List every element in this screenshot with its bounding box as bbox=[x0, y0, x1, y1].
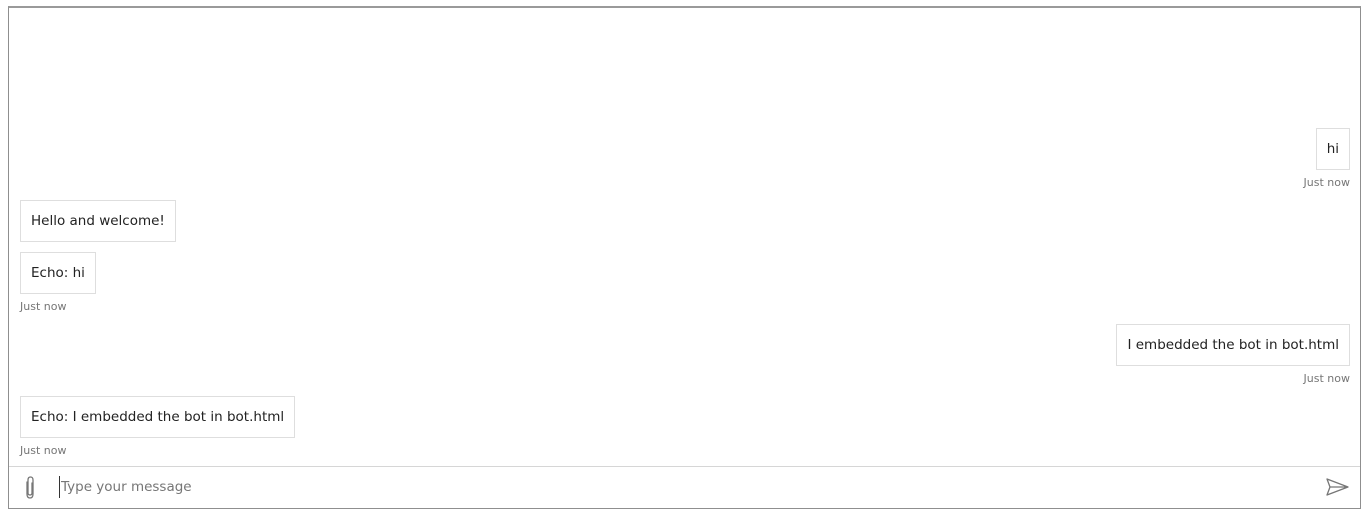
message-text: Hello and welcome! bbox=[31, 213, 165, 229]
upload-button[interactable] bbox=[19, 475, 41, 501]
send-button[interactable] bbox=[1325, 475, 1351, 499]
message-timestamp: Just now bbox=[1303, 176, 1350, 189]
message-timestamp: Just now bbox=[20, 444, 67, 457]
user-message-bubble: hi bbox=[1315, 128, 1350, 170]
send-box bbox=[9, 466, 1360, 508]
user-message-bubble: I embedded the bot in bot.html bbox=[1116, 324, 1350, 366]
chat-transcript[interactable]: hi Just now Hello and welcome! Echo: hi … bbox=[9, 8, 1360, 469]
paperclip-icon bbox=[26, 476, 34, 499]
bot-message-bubble: Echo: I embedded the bot in bot.html bbox=[20, 396, 296, 438]
message-timestamp: Just now bbox=[1303, 372, 1350, 385]
send-icon bbox=[1326, 478, 1349, 496]
message-timestamp: Just now bbox=[20, 300, 67, 313]
message-text: Echo: hi bbox=[31, 265, 85, 281]
webchat-container: hi Just now Hello and welcome! Echo: hi … bbox=[8, 6, 1361, 509]
bot-message-bubble: Hello and welcome! bbox=[20, 200, 176, 242]
message-text: I embedded the bot in bot.html bbox=[1127, 337, 1339, 353]
message-text: Echo: I embedded the bot in bot.html bbox=[31, 409, 285, 425]
message-input[interactable] bbox=[59, 476, 1261, 498]
message-text: hi bbox=[1326, 141, 1339, 157]
bot-message-bubble: Echo: hi bbox=[20, 252, 96, 294]
